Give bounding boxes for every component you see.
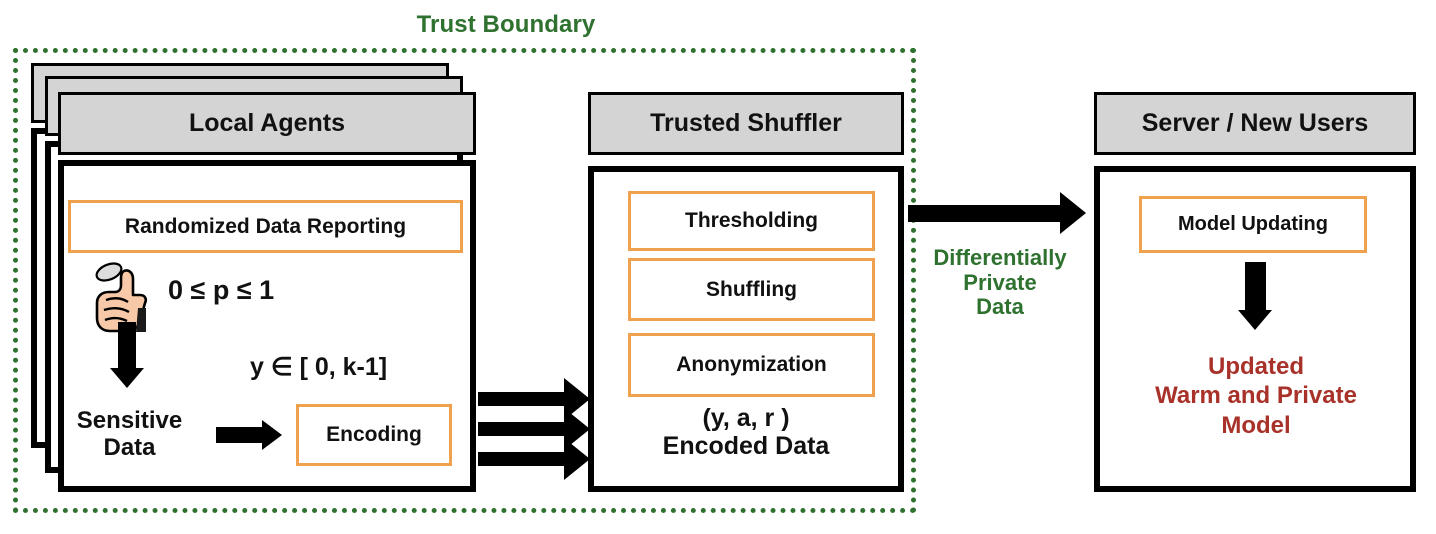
sensitive-data-to-encoding-arrow [216, 418, 288, 452]
diagram-canvas: Trust Boundary Local Agents Randomized D… [0, 0, 1436, 534]
encoded-tuple: (y, a, r ) [702, 404, 790, 432]
sensitive-data-line-1: Sensitive [76, 407, 183, 434]
probability-expression: 0 ≤ p ≤ 1 [168, 275, 275, 305]
sensitive-data-line-2: Data [103, 433, 156, 461]
sensitive-data-label: Sensitive Data [57, 407, 202, 462]
trusted-shuffler-header-label: Trusted Shuffler [650, 109, 842, 137]
thresholding-box[interactable]: Thresholding [628, 191, 875, 251]
server-header-label: Server / New Users [1141, 109, 1369, 137]
differentially-private-data-arrow [908, 192, 1094, 236]
encoding-range-expression: y ∈ [ 0, k-1] [250, 353, 388, 381]
encoding-label: Encoding [326, 423, 422, 446]
server-header: Server / New Users [1094, 92, 1416, 155]
model-updating-to-result-arrow [1228, 262, 1284, 334]
anonymization-label: Anonymization [676, 353, 827, 376]
encoding-box[interactable]: Encoding [296, 404, 452, 466]
shuffling-box[interactable]: Shuffling [628, 258, 875, 321]
differentially-private-data-label: Differentially Private Data [905, 245, 1095, 320]
result-line-2: Warm and Private [1155, 382, 1357, 410]
shuffling-label: Shuffling [706, 277, 797, 301]
dp-label-line-3: Data [976, 294, 1024, 320]
local-agents-header: Local Agents [58, 92, 476, 155]
agent-to-shuffler-arrow-3 [478, 438, 598, 480]
encoded-data-label: Encoded Data [662, 432, 830, 460]
trusted-shuffler-header: Trusted Shuffler [588, 92, 904, 155]
anonymization-box[interactable]: Anonymization [628, 333, 875, 397]
local-agents-header-label: Local Agents [188, 109, 346, 137]
model-updating-label: Model Updating [1178, 213, 1328, 235]
encoded-data-caption: (y, a, r ) Encoded Data [600, 404, 892, 460]
result-line-1: Updated [1208, 353, 1304, 380]
thresholding-label: Thresholding [685, 209, 818, 232]
trust-boundary-label: Trust Boundary [416, 11, 596, 38]
updated-model-result-label: Updated Warm and Private Model [1110, 352, 1402, 440]
coin-to-sensitive-data-arrow [104, 322, 150, 390]
randomized-data-reporting-label: Randomized Data Reporting [124, 214, 407, 238]
result-line-3: Model [1221, 411, 1291, 439]
dp-label-line-2: Private [963, 269, 1037, 295]
dp-label-line-1: Differentially [933, 245, 1067, 270]
randomized-data-reporting-box[interactable]: Randomized Data Reporting [68, 200, 463, 253]
model-updating-box[interactable]: Model Updating [1139, 196, 1367, 253]
